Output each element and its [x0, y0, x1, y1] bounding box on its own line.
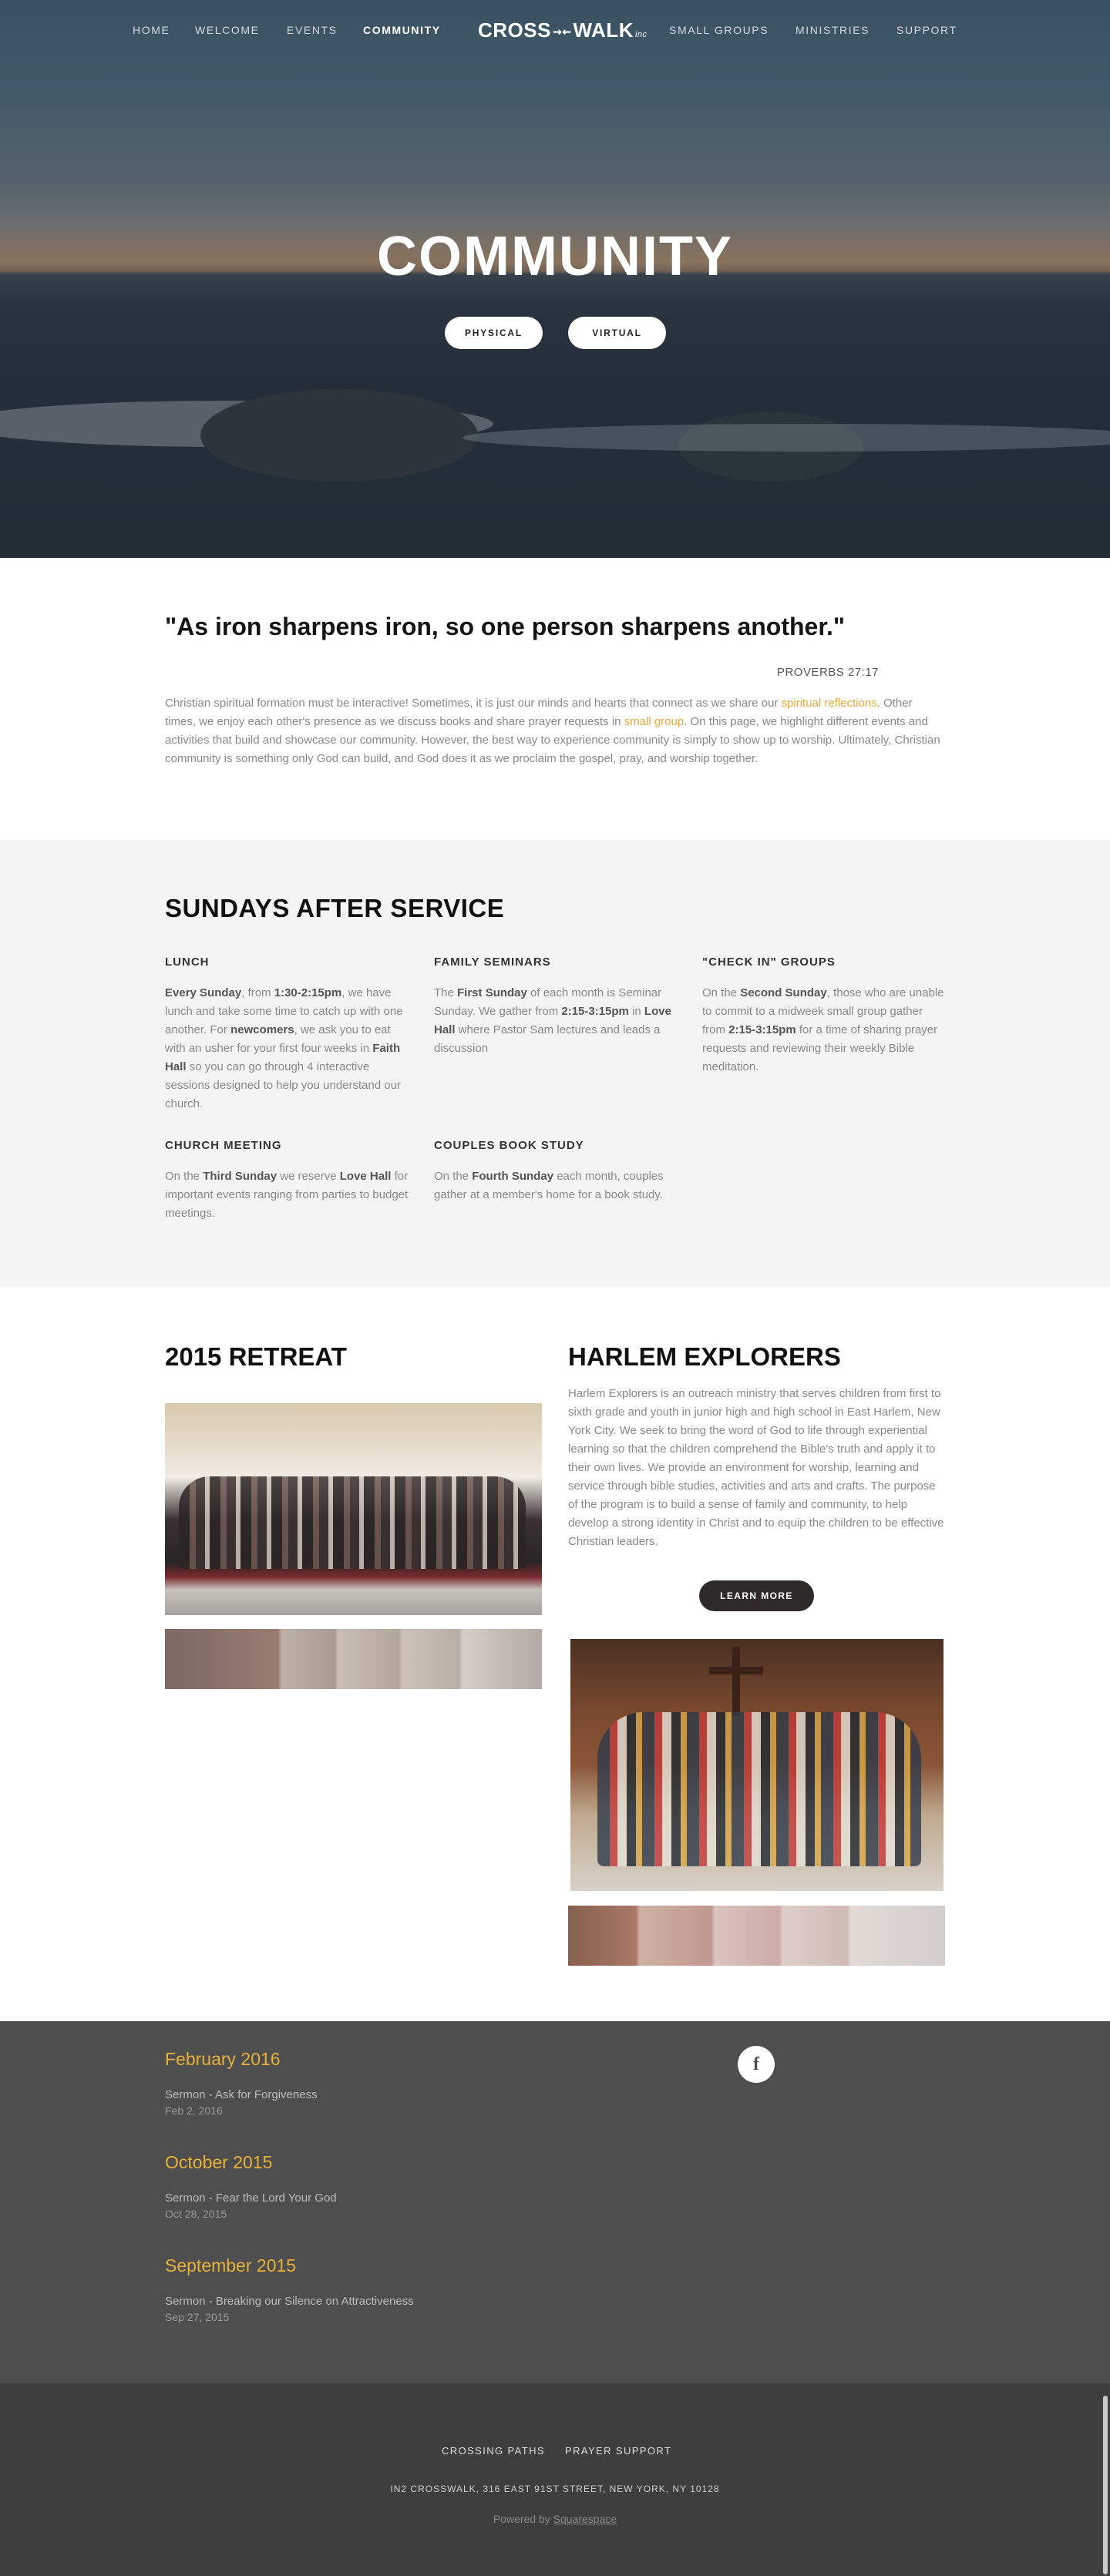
activity-lunch: LUNCH Every Sunday, from 1:30-2:15pm, we… — [165, 956, 410, 1113]
intro-section: "As iron sharpens iron, so one person sh… — [0, 558, 1110, 840]
intro-paragraph: Christian spiritual formation must be in… — [165, 694, 942, 768]
archive-post-title[interactable]: Sermon - Ask for Forgiveness — [165, 2088, 318, 2101]
sundays-title: SUNDAYS AFTER SERVICE — [165, 894, 505, 922]
retreat-people — [179, 1476, 526, 1569]
retreat-thumbnail-strip[interactable] — [165, 1629, 542, 1689]
scripture-reference: PROVERBS 27:17 — [776, 666, 879, 679]
archive-post-title[interactable]: Sermon - Breaking our Silence on Attract… — [165, 2295, 414, 2308]
archive-month[interactable]: October 2015 — [165, 2152, 272, 2173]
harlem-title: HARLEM EXPLORERS — [568, 1342, 841, 1371]
hero-banner: HOME WELCOME EVENTS COMMUNITY CROSS ⇝⇜WAL… — [0, 0, 1110, 558]
archive-month[interactable]: September 2015 — [165, 2255, 296, 2276]
nav-home[interactable]: HOME — [133, 24, 170, 36]
nav-small-groups[interactable]: SMALL GROUPS — [669, 24, 769, 36]
learn-more-button[interactable]: LEARN MORE — [699, 1580, 814, 1611]
facebook-icon[interactable]: f — [738, 2046, 775, 2083]
logo-text-2: WALK — [573, 18, 634, 42]
harlem-people — [597, 1712, 921, 1866]
harlem-group-photo[interactable] — [570, 1639, 944, 1891]
activity-description: The First Sunday of each month is Semina… — [434, 986, 671, 1055]
footer-link-prayer-support[interactable]: PRAYER SUPPORT — [565, 2445, 671, 2457]
scripture-quote: "As iron sharpens iron, so one person sh… — [165, 613, 846, 640]
nav-ministries[interactable]: MINISTRIES — [796, 24, 870, 36]
main-navigation: HOME WELCOME EVENTS COMMUNITY CROSS ⇝⇜WAL… — [0, 0, 1110, 62]
retreat-group-photo[interactable] — [165, 1403, 542, 1615]
ministries-section: 2015 RETREAT HARLEM EXPLORERS Harlem Exp… — [0, 1288, 1110, 2021]
activity-title: "CHECK IN" GROUPS — [702, 956, 836, 969]
archive-post-date: Sep 27, 2015 — [165, 2311, 230, 2323]
nav-community[interactable]: COMMUNITY — [363, 24, 441, 36]
harlem-thumbnail-strip[interactable] — [568, 1906, 945, 1966]
footer-address: IN2 CROSSWALK, 316 EAST 91ST STREET, NEW… — [390, 2484, 720, 2494]
site-logo[interactable]: CROSS ⇝⇜WALK inc — [478, 18, 648, 42]
archive-month[interactable]: February 2016 — [165, 2049, 281, 2070]
nav-events[interactable]: EVENTS — [287, 24, 338, 36]
cross-bar — [709, 1667, 763, 1674]
activity-church-meeting: CHURCH MEETING On the Third Sunday we re… — [165, 1139, 410, 1223]
retreat-title: 2015 RETREAT — [165, 1342, 347, 1371]
cross-icon — [732, 1647, 740, 1716]
spiritual-reflections-link[interactable]: spiritual reflections — [782, 697, 877, 710]
activity-description: On the Third Sunday we reserve Love Hall… — [165, 1170, 409, 1220]
intro-text-1: Christian spiritual formation must be in… — [165, 697, 782, 710]
virtual-button[interactable]: VIRTUAL — [568, 317, 666, 349]
activity-title: FAMILY SEMINARS — [434, 956, 551, 969]
activity-family-seminars: FAMILY SEMINARS The First Sunday of each… — [434, 956, 679, 1058]
activity-couples-book-study: COUPLES BOOK STUDY On the Fourth Sunday … — [434, 1139, 679, 1204]
activity-description: On the Second Sunday, those who are unab… — [702, 986, 944, 1073]
sundays-section: SUNDAYS AFTER SERVICE LUNCH Every Sunday… — [0, 840, 1110, 1288]
logo-text: CROSS — [478, 18, 551, 42]
page-title: COMMUNITY — [377, 226, 733, 287]
page-scrollbar[interactable] — [1103, 2396, 1108, 2574]
footer-link-crossing-paths[interactable]: CROSSING PATHS — [442, 2445, 545, 2457]
harlem-description: Harlem Explorers is an outreach ministry… — [568, 1387, 944, 1548]
nav-welcome[interactable]: WELCOME — [195, 24, 260, 36]
archive-post-title[interactable]: Sermon - Fear the Lord Your God — [165, 2191, 337, 2205]
archive-post-date: Feb 2, 2016 — [165, 2104, 223, 2117]
activity-check-in-groups: "CHECK IN" GROUPS On the Second Sunday, … — [702, 956, 947, 1076]
activity-title: COUPLES BOOK STUDY — [434, 1139, 584, 1152]
site-footer: CROSSING PATHS PRAYER SUPPORT IN2 CROSSW… — [0, 2383, 1110, 2576]
logo-mark-icon: ⇝⇜ — [552, 25, 572, 38]
powered-by: Powered by Squarespace — [0, 2513, 1110, 2525]
squarespace-link[interactable]: Squarespace — [553, 2513, 617, 2525]
activity-description: Every Sunday, from 1:30-2:15pm, we have … — [165, 986, 403, 1110]
activity-title: CHURCH MEETING — [165, 1139, 282, 1152]
nav-support[interactable]: SUPPORT — [896, 24, 957, 36]
activity-title: LUNCH — [165, 956, 210, 969]
powered-by-text: Powered by — [493, 2513, 553, 2525]
activity-description: On the Fourth Sunday each month, couples… — [434, 1170, 664, 1201]
archive-section: February 2016 Sermon - Ask for Forgivene… — [0, 2021, 1110, 2383]
physical-button[interactable]: PHYSICAL — [445, 317, 543, 349]
archive-post-date: Oct 28, 2015 — [165, 2208, 227, 2220]
logo-suffix: inc — [634, 30, 648, 39]
small-group-link[interactable]: small group — [624, 715, 684, 728]
